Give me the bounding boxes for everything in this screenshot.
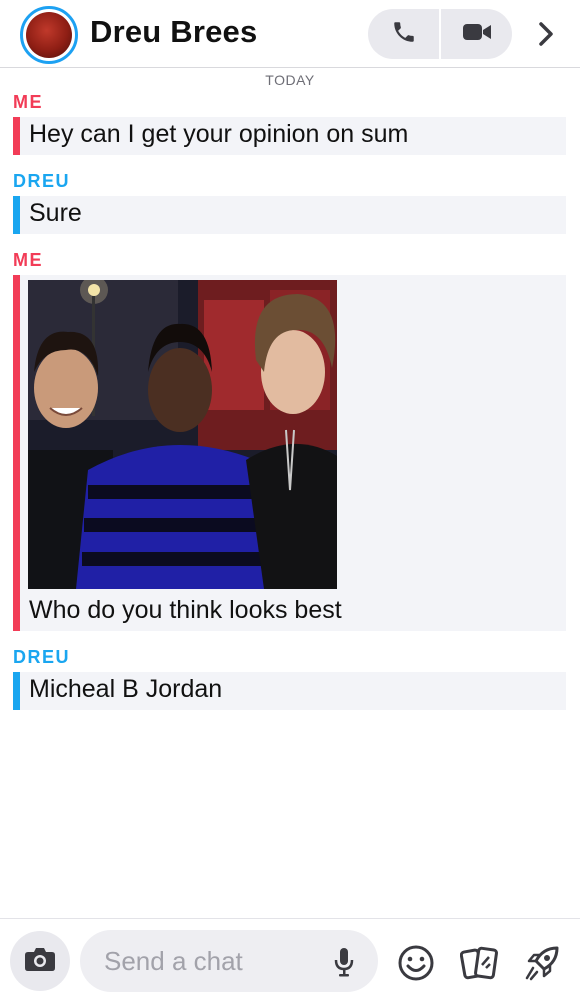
message-text: Hey can I get your opinion on sum xyxy=(29,120,409,148)
call-buttons xyxy=(368,9,512,59)
chevron-right-icon[interactable] xyxy=(530,18,562,50)
emoji-icon[interactable] xyxy=(396,943,436,983)
contact-name[interactable]: Dreu Brees xyxy=(90,14,257,50)
video-icon xyxy=(462,21,492,48)
photo-attachment[interactable] xyxy=(28,280,337,589)
sender-label: ME xyxy=(13,250,43,270)
rocket-icon[interactable] xyxy=(522,943,562,983)
sender-label: DREU xyxy=(13,171,71,191)
date-divider: TODAY xyxy=(265,72,315,88)
camera-button[interactable] xyxy=(10,931,70,991)
chat-header: Dreu Brees xyxy=(0,0,580,68)
camera-icon xyxy=(24,946,56,977)
phone-icon xyxy=(391,19,417,50)
sender-label: DREU xyxy=(13,647,71,667)
avatar[interactable] xyxy=(20,6,78,64)
message-text: Who do you think looks best xyxy=(29,596,342,624)
cards-icon[interactable] xyxy=(460,943,500,983)
message-bubble[interactable]: Hey can I get your opinion on sum xyxy=(13,117,566,155)
chat-composer xyxy=(0,918,580,1000)
sender-label: ME xyxy=(13,92,43,112)
avatar-image xyxy=(26,12,72,58)
message-bubble[interactable]: Sure xyxy=(13,196,566,234)
message-bubble[interactable]: Micheal B Jordan xyxy=(13,672,566,710)
voice-call-button[interactable] xyxy=(368,9,439,59)
message-text: Micheal B Jordan xyxy=(29,675,223,703)
video-call-button[interactable] xyxy=(439,9,512,59)
message-bubble[interactable]: Who do you think looks best xyxy=(13,275,566,631)
message-text: Sure xyxy=(29,199,82,227)
microphone-icon[interactable] xyxy=(330,947,358,977)
